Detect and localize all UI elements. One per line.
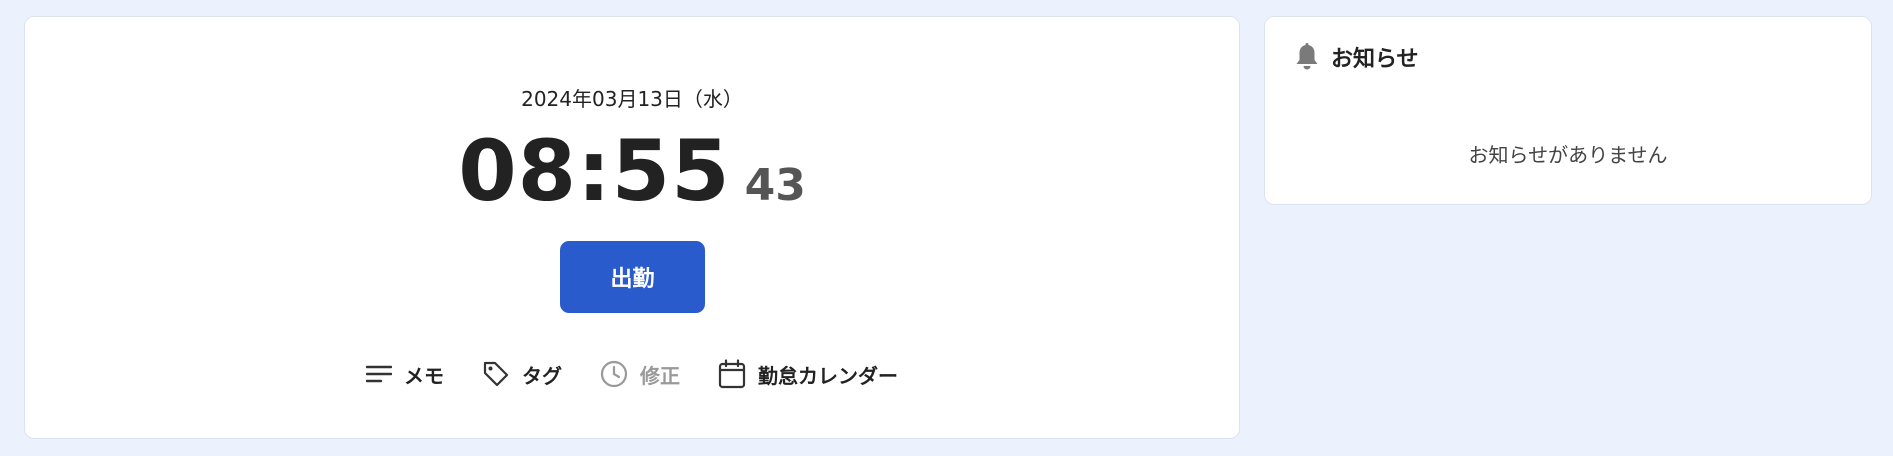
notice-header: お知らせ <box>1293 41 1419 73</box>
tag-action[interactable]: タグ <box>482 360 562 389</box>
notice-title: お知らせ <box>1331 47 1419 72</box>
current-date: 2024年03月13日（水） <box>521 87 743 111</box>
tag-icon <box>483 361 509 387</box>
notice-empty-message: お知らせがありません <box>1468 143 1668 167</box>
memo-action[interactable]: メモ <box>366 360 444 389</box>
time-hours-minutes: 08:55 <box>458 122 731 220</box>
memo-label: メモ <box>404 363 444 388</box>
current-time: 08:55 43 <box>25 129 1239 213</box>
time-seconds: 43 <box>744 160 806 211</box>
correction-label: 修正 <box>640 363 680 388</box>
tag-label: タグ <box>522 363 562 388</box>
clock-in-button[interactable]: 出勤 <box>560 241 705 313</box>
calendar-icon <box>718 359 746 389</box>
clock-card: 2024年03月13日（水） 08:55 43 出勤 メモ タグ 修正 勤怠カレ… <box>24 16 1240 439</box>
notice-card: お知らせ お知らせがありません <box>1264 16 1872 205</box>
memo-lines-icon <box>366 365 392 383</box>
correction-action[interactable]: 修正 <box>600 360 680 389</box>
action-bar: メモ タグ 修正 勤怠カレンダー <box>25 359 1239 389</box>
attendance-calendar-label: 勤怠カレンダー <box>758 363 898 388</box>
clock-icon <box>600 360 628 388</box>
bell-icon <box>1296 43 1318 70</box>
attendance-calendar-action[interactable]: 勤怠カレンダー <box>718 359 898 389</box>
